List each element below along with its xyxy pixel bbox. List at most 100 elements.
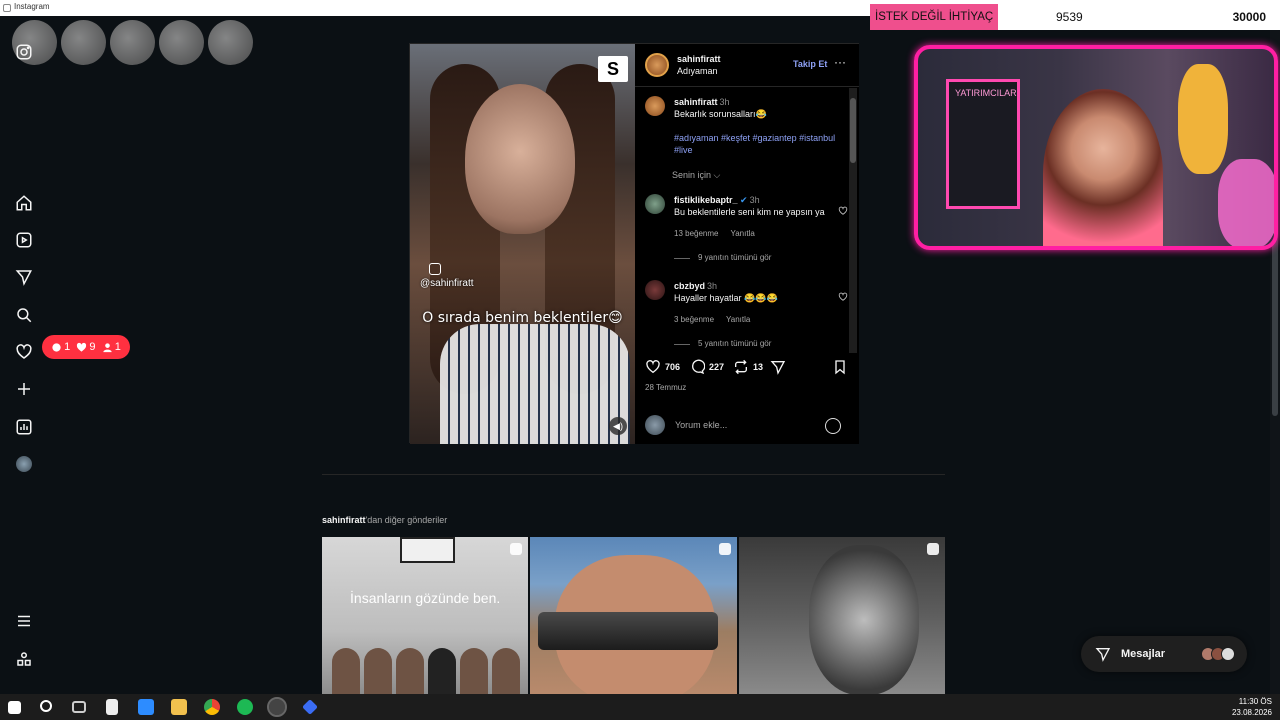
post-dialog: S @sahinfiratt O sırada benim beklentile…	[409, 43, 859, 444]
story-avatar[interactable]	[208, 20, 253, 65]
commenter-username[interactable]: cbzbyd	[674, 281, 705, 291]
clock-date: 23.08.2026	[1231, 708, 1272, 717]
create-icon[interactable]	[14, 379, 34, 399]
more-posts-suffix: 'dan diğer gönderiler	[365, 515, 448, 525]
home-icon[interactable]	[14, 193, 34, 213]
windows-start-icon[interactable]	[8, 701, 21, 714]
commenter-avatar[interactable]	[645, 280, 665, 300]
repost-button[interactable]: 13	[733, 359, 763, 375]
reply-button[interactable]: Yanıtla	[730, 228, 754, 240]
comment-count: 227	[709, 362, 725, 372]
watermark-logo: S	[598, 56, 628, 82]
reels-icon[interactable]	[14, 230, 34, 250]
author-avatar[interactable]	[645, 96, 665, 116]
view-replies-button[interactable]: 5 yanıtın tümünü gör	[674, 338, 840, 350]
notifications-heart-icon[interactable]	[14, 342, 34, 362]
send-icon	[770, 361, 786, 375]
comment-like-icon[interactable]	[838, 206, 848, 216]
story-avatar[interactable]	[61, 20, 106, 65]
task-view-icon[interactable]	[72, 701, 86, 713]
app-icon[interactable]	[302, 699, 318, 715]
post-header: sahinfiratt Adıyaman Takip Et ···	[635, 44, 859, 87]
author-username[interactable]: sahinfiratt	[677, 53, 721, 65]
wall-sign: YATIRIMCILAR	[946, 79, 1020, 209]
file-explorer-icon[interactable]	[171, 699, 187, 715]
comment-time: 3h	[749, 195, 760, 205]
comment-likes[interactable]: 3 beğenme	[674, 314, 714, 326]
commenter-username[interactable]: fistiklikebaptr_	[674, 195, 738, 205]
follow-button[interactable]: Takip Et	[793, 59, 827, 69]
comment-input[interactable]: Yorum ekle...	[675, 420, 727, 430]
view-replies-button[interactable]: 9 yanıtın tümünü gör	[674, 252, 840, 264]
like-count: 706	[665, 362, 681, 372]
story-avatar[interactable]	[110, 20, 155, 65]
more-options-icon[interactable]: ···	[834, 55, 846, 69]
comment-likes[interactable]: 13 beğenme	[674, 228, 718, 240]
current-user-avatar	[645, 415, 665, 435]
menu-icon[interactable]	[14, 611, 34, 631]
goal-label: İSTEK DEĞİL İHTİYAÇ	[870, 4, 998, 30]
story-avatar[interactable]	[159, 20, 204, 65]
instagram-icon	[429, 263, 441, 275]
windows-taskbar: 11:30 ÖS 23.08.2026	[0, 694, 1280, 720]
share-button[interactable]	[770, 359, 786, 375]
caption-hashtags[interactable]: #adıyaman #keşfet #gaziantep #istanbul #…	[674, 132, 840, 156]
post-sidebar: sahinfiratt Adıyaman Takip Et ··· sahinf…	[635, 44, 859, 444]
reel-icon	[926, 543, 939, 555]
more-apps-icon[interactable]	[14, 649, 34, 669]
post-caption: sahinfiratt 3h Bekarlık sorunsalları😂 #ad…	[645, 96, 840, 156]
comment-count-item: 1	[51, 341, 70, 353]
verified-badge-icon: ✔	[740, 195, 748, 205]
follow-count-item: 1	[102, 341, 121, 353]
direct-icon[interactable]	[14, 267, 34, 287]
emoji-icon[interactable]	[825, 418, 841, 434]
search-icon[interactable]	[40, 700, 52, 712]
section-divider	[322, 474, 945, 475]
comment-icon	[692, 359, 705, 375]
post-thumbnail[interactable]: İnsanların gözünde ben.	[322, 537, 529, 694]
volume-icon[interactable]: ◀)	[609, 417, 627, 435]
save-button[interactable]	[832, 359, 848, 375]
zoom-icon[interactable]	[138, 699, 154, 715]
like-count-item: 9	[76, 341, 96, 353]
author-avatar[interactable]	[645, 53, 669, 77]
caption-username[interactable]: sahinfiratt	[674, 97, 718, 107]
notification-badge-popup[interactable]: 1 9 1	[42, 335, 130, 359]
caption-text: Bekarlık sorunsalları😂	[674, 109, 767, 119]
post-thumbnail[interactable]	[530, 537, 737, 694]
profile-avatar[interactable]	[14, 454, 34, 474]
bookmark-icon	[835, 360, 845, 375]
more-posts-username[interactable]: sahinfiratt	[322, 515, 366, 525]
more-posts-grid: İnsanların gözünde ben.	[322, 537, 945, 694]
insights-icon[interactable]	[14, 417, 34, 437]
goal-current: 9539	[1056, 10, 1083, 24]
reply-button[interactable]: Yanıtla	[726, 314, 750, 326]
notepad-icon[interactable]	[106, 699, 118, 715]
media-handle: @sahinfiratt	[420, 278, 474, 289]
like-button[interactable]: 706	[645, 359, 680, 375]
chrome-icon[interactable]	[204, 699, 220, 715]
thumbnail-text: İnsanların gözünde ben.	[350, 590, 501, 606]
obs-icon[interactable]	[267, 697, 287, 717]
message-avatars	[1201, 647, 1235, 661]
donation-goal-bar: İSTEK DEĞİL İHTİYAÇ 9539 30000	[870, 4, 1280, 30]
comment-text: Bu beklentilerle seni kim ne yapsın ya	[674, 207, 825, 217]
instagram-logo-icon[interactable]	[14, 42, 34, 62]
reel-icon	[718, 543, 731, 555]
post-thumbnail[interactable]	[738, 537, 945, 694]
repost-count: 13	[753, 362, 764, 372]
add-comment-bar: Yorum ekle...	[635, 406, 859, 444]
post-media-video[interactable]: S @sahinfiratt O sırada benim beklentile…	[410, 44, 635, 444]
search-icon[interactable]	[14, 305, 34, 325]
goal-target: 30000	[1232, 10, 1266, 24]
stories-strip	[12, 20, 253, 65]
system-clock[interactable]: 11:30 ÖS 23.08.2026	[1232, 696, 1272, 718]
spotify-icon[interactable]	[237, 699, 253, 715]
messages-button[interactable]: Mesajlar	[1081, 636, 1247, 672]
comment-like-icon[interactable]	[838, 292, 848, 302]
comment-button[interactable]: 227	[689, 359, 724, 375]
comments-scrollbar[interactable]	[849, 88, 857, 353]
commenter-avatar[interactable]	[645, 194, 665, 214]
post-location[interactable]: Adıyaman	[677, 65, 721, 77]
sort-dropdown[interactable]: Senin için ⌵	[672, 170, 720, 181]
